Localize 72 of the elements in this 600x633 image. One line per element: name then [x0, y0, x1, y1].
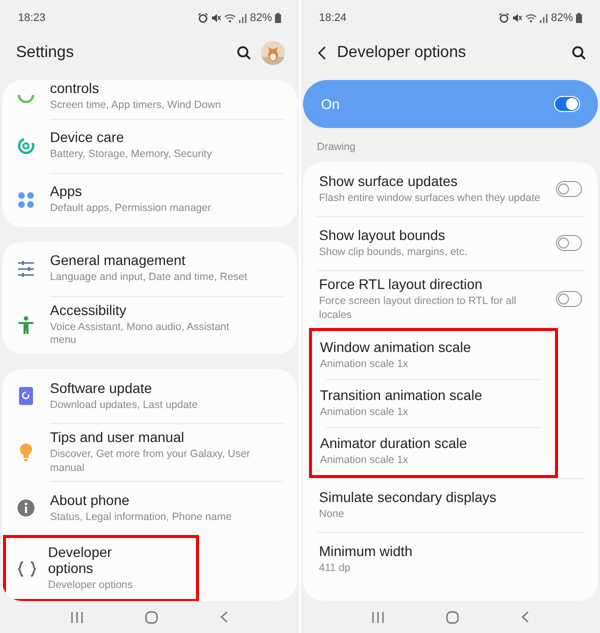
switch-label: On: [321, 96, 340, 112]
section-header: Drawing: [316, 141, 357, 153]
home-icon[interactable]: [145, 610, 158, 624]
setting-summary: Discover, Get more from your Galaxy, User manual: [50, 448, 251, 476]
setting-summary: Default apps, Permission manager: [50, 202, 212, 216]
update-icon: [19, 386, 33, 405]
signal-icon: [540, 13, 548, 23]
setting-title[interactable]: General management: [50, 252, 253, 268]
signal-icon: [238, 13, 247, 23]
setting-title[interactable]: Tips and user manual: [50, 428, 253, 445]
home-icon[interactable]: [446, 610, 459, 624]
setting-summary: 411 dp: [319, 562, 352, 576]
setting-summary: Flash entire window surfaces when they update: [319, 192, 542, 206]
mute-icon: [512, 13, 522, 23]
screen-title: Settings: [16, 44, 75, 62]
ring-icon: [16, 95, 36, 104]
sliders-icon: [17, 260, 35, 277]
setting-summary: None: [319, 508, 346, 522]
battery-icon: [275, 13, 281, 23]
setting-title[interactable]: About phone: [50, 492, 253, 508]
setting-summary: Status, Legal information, Phone name: [50, 510, 233, 525]
setting-summary: Language and input, Date and time, Reset: [50, 271, 248, 285]
setting-title[interactable]: Minimum width: [319, 542, 590, 559]
back-icon[interactable]: [220, 611, 228, 623]
alarm-icon: [198, 13, 208, 23]
apps-icon: [17, 190, 35, 209]
lightbulb-icon: [19, 443, 33, 462]
setting-summary: Developer options: [48, 579, 134, 593]
screen-title: Developer options: [337, 44, 467, 62]
toggle-switch[interactable]: [556, 235, 582, 251]
search-icon[interactable]: [237, 46, 251, 60]
info-icon: [17, 499, 35, 518]
wifi-icon: [224, 13, 236, 23]
ring-icon: [16, 136, 36, 156]
setting-title[interactable]: controls: [50, 80, 253, 96]
setting-summary: Animation scale 1x: [320, 454, 410, 468]
setting-summary: Voice Assistant, Mono audio, Assistant menu: [50, 320, 230, 348]
setting-summary: Show clip bounds, margins, etc.: [319, 246, 468, 260]
clock: 18:24: [319, 12, 347, 24]
alarm-icon: [498, 13, 509, 23]
battery-icon: [576, 13, 582, 23]
toggle-switch[interactable]: [556, 291, 582, 308]
recents-icon[interactable]: [71, 612, 83, 622]
setting-title[interactable]: Device care: [50, 129, 253, 146]
setting-summary: Download updates, Last update: [50, 398, 199, 412]
toggle-switch[interactable]: [556, 181, 582, 197]
setting-title[interactable]: Show surface updates: [319, 172, 548, 189]
setting-title[interactable]: Animator duration scale: [320, 434, 547, 451]
setting-summary: Force screen layout direction to RTL for all locales: [319, 295, 518, 322]
setting-title[interactable]: Developer options: [48, 544, 152, 576]
wifi-icon: [524, 13, 537, 23]
setting-title[interactable]: Show layout bounds: [319, 226, 548, 243]
setting-title[interactable]: Accessibility: [50, 302, 253, 318]
recents-icon[interactable]: [372, 612, 384, 622]
search-icon[interactable]: [572, 46, 586, 60]
setting-title[interactable]: Software update: [50, 380, 253, 396]
setting-summary: Screen time, App timers, Wind Down: [50, 99, 222, 113]
mute-icon: [210, 13, 221, 23]
setting-title[interactable]: Apps: [50, 183, 253, 200]
clock: 18:23: [18, 12, 46, 24]
setting-summary: Battery, Storage, Memory, Security: [50, 148, 213, 162]
battery-level: 82%: [250, 12, 272, 24]
setting-title[interactable]: Force RTL layout direction: [319, 276, 548, 292]
braces-icon: [17, 560, 37, 577]
back-icon[interactable]: [521, 611, 529, 623]
setting-title[interactable]: Transition animation scale: [320, 386, 547, 403]
setting-title[interactable]: Simulate secondary displays: [319, 488, 590, 505]
figure-icon: [17, 316, 35, 334]
setting-summary: Animation scale 1x: [320, 358, 410, 372]
setting-title[interactable]: Window animation scale: [320, 338, 547, 355]
setting-summary: Animation scale 1x: [320, 406, 410, 420]
battery-level: 82%: [550, 12, 573, 24]
